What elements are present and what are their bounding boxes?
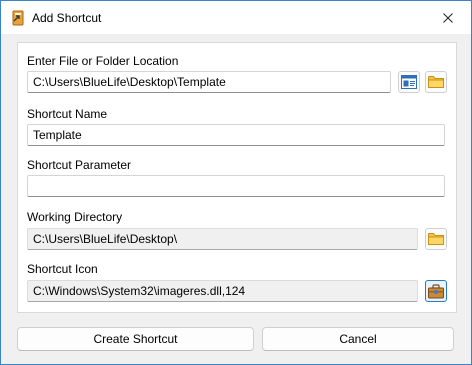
location-label: Enter File or Folder Location (27, 54, 179, 68)
shortcut-parameter-input[interactable] (27, 175, 445, 197)
folder-icon (428, 76, 444, 88)
add-shortcut-dialog: Add Shortcut Enter File or Folder Locati… (0, 0, 472, 365)
shortcut-icon-input[interactable]: C:\Windows\System32\imageres.dll,124 (27, 280, 418, 302)
browse-folder-button[interactable] (425, 71, 447, 93)
working-directory-label: Working Directory (27, 210, 123, 224)
window-file-icon (401, 75, 417, 89)
create-shortcut-button[interactable]: Create Shortcut (17, 327, 254, 351)
close-button[interactable] (425, 1, 471, 34)
browse-working-directory-button[interactable] (425, 228, 447, 250)
folder-icon (428, 233, 444, 245)
shortcut-parameter-label: Shortcut Parameter (27, 158, 132, 172)
close-icon (443, 12, 453, 23)
shortcut-name-label: Shortcut Name (27, 107, 108, 121)
working-directory-input[interactable]: C:\Users\BlueLife\Desktop\ (27, 228, 418, 250)
pick-icon-button[interactable] (425, 280, 447, 302)
window-title: Add Shortcut (32, 11, 102, 25)
shortcut-name-input[interactable]: Template (27, 124, 445, 146)
shortcut-app-icon (10, 10, 26, 26)
cancel-button[interactable]: Cancel (262, 327, 454, 351)
shortcut-icon-label: Shortcut Icon (27, 262, 98, 276)
briefcase-icon (428, 283, 444, 298)
browse-file-button[interactable] (398, 71, 420, 93)
title-bar[interactable]: Add Shortcut (1, 1, 471, 34)
location-input[interactable]: C:\Users\BlueLife\Desktop\Template (27, 71, 391, 93)
